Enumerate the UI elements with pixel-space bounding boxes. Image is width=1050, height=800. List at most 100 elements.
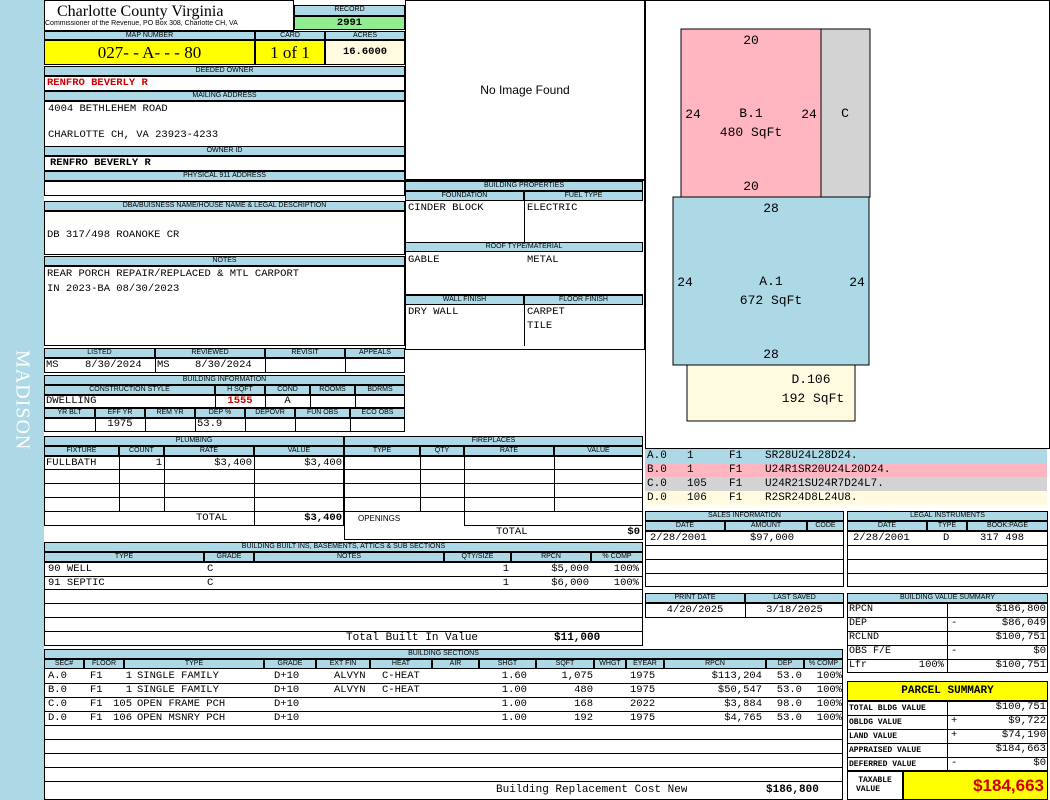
legend-floor: F1: [729, 464, 743, 476]
builtin-qty: 1: [502, 563, 509, 575]
count-label: COUNT: [119, 446, 164, 456]
heat-header: HEAT: [370, 659, 432, 669]
section-dep: 53.0: [776, 670, 802, 682]
builtin-type-label: TYPE: [44, 552, 204, 562]
builtin-total-label: Total Built In Value: [346, 632, 479, 644]
county-name: Charlotte County Virginia: [57, 3, 224, 20]
property-image: No Image Found: [405, 0, 645, 180]
section-code: 106: [113, 712, 132, 724]
legend-path: U24R1SR20U24L20D24.: [765, 464, 891, 476]
section-rpcn: $3,884: [724, 698, 762, 710]
bvs-lfr: $100,751: [995, 659, 1046, 671]
parcel-summary-label: PARCEL SUMMARY: [847, 681, 1048, 701]
fireplace-rate-label: RATE: [464, 446, 554, 456]
depovr-label: DEPOVR: [245, 408, 295, 418]
deeded-owner-label: DEEDED OWNER: [44, 66, 405, 76]
b-label: B.1: [739, 106, 763, 121]
a-bottom-dim: 28: [763, 347, 779, 362]
section-code: 105: [113, 698, 132, 710]
plumbing-label: PLUMBING: [44, 436, 344, 446]
floor-finish-2: TILE: [527, 320, 553, 332]
builtin-type: 91 SEPTIC: [48, 577, 105, 589]
a-label: A.1: [759, 274, 783, 289]
legal-description: DB 317/498 ROANOKE CR: [44, 211, 405, 255]
print-date: 4/20/2025: [666, 604, 724, 616]
bvs-label: BUILDING VALUE SUMMARY: [847, 593, 1048, 603]
mailing-line-2: CHARLOTTE CH, VA 23923-4233: [48, 129, 219, 141]
builtin-type: 90 WELL: [48, 563, 93, 575]
builtin-qty-label: QTY/SIZE: [444, 552, 511, 562]
section-sec: D.0: [48, 712, 67, 724]
a-top-dim: 28: [763, 201, 779, 216]
notes-line-2: IN 2023-BA 08/30/2023: [47, 283, 180, 295]
builtin-grade-label: GRADE: [204, 552, 254, 562]
eco-obs-label: ECO OBS: [350, 408, 405, 418]
plumbing-rate-label: RATE: [164, 446, 254, 456]
bvs-obs-label: OBS F/E: [849, 646, 892, 657]
b-area: 480 SqFt: [720, 125, 782, 140]
legend-path: R2SR24D8L24U8.: [765, 492, 858, 504]
building-sections-label: BUILDING SECTIONS: [44, 649, 843, 659]
section-comp: 100%: [816, 698, 842, 710]
fireplaces-label: FIREPLACES: [344, 436, 643, 446]
section-rpcn: $113,204: [711, 670, 762, 682]
section-sqft: 168: [574, 698, 593, 710]
roof-label: ROOF TYPE/MATERIAL: [405, 242, 643, 252]
foundation-label: FOUNDATION: [405, 191, 524, 201]
section-comp: 100%: [816, 712, 842, 724]
section-rpcn: $4,765: [724, 712, 762, 724]
section-type: SINGLE FAMILY: [137, 670, 219, 682]
wall-finish-label: WALL FINISH: [405, 295, 524, 305]
legend-code: 1: [687, 464, 694, 476]
mailing-address: 4004 BETHLEHEM ROAD CHARLOTTE CH, VA 239…: [44, 101, 405, 147]
rem-yr-label: REM YR: [145, 408, 195, 418]
legend-sec: B.0: [647, 464, 667, 476]
section-ext: ALVYN: [334, 684, 366, 696]
floor-header: FLOOR: [84, 659, 124, 669]
plumbing-value: $3,400: [304, 457, 342, 469]
legal-instruments-label: LEGAL INSTRUMENTS: [847, 511, 1048, 521]
section-sec: A.0: [48, 670, 67, 682]
legend-floor: F1: [729, 478, 743, 490]
owner-id: RENFRO BEVERLY R: [44, 156, 405, 171]
legend-code: 1: [687, 450, 694, 462]
construction-style: DWELLING: [46, 395, 97, 407]
sketch-area: 20 24 24 B.1 480 SqFt 20 C 28 24 24 A.1 …: [645, 0, 1050, 449]
openings-label: OPENINGS: [358, 514, 401, 523]
fuel-type: ELECTRIC: [527, 202, 578, 214]
bdrms-label: BDRMS: [355, 385, 405, 395]
section-code: 1: [125, 670, 132, 682]
li-date: 2/28/2001: [853, 532, 910, 544]
b-right-dim: 24: [801, 107, 817, 122]
brcn-value: $186,800: [766, 784, 819, 796]
legend-floor: F1: [729, 492, 743, 504]
section-grade: D+10: [274, 684, 300, 696]
card-number: 1 of 1: [255, 40, 325, 65]
foundation: CINDER BLOCK: [408, 202, 484, 214]
listed-by: MS: [46, 359, 59, 371]
b-left-dim: 24: [685, 107, 701, 122]
last-saved: 3/18/2025: [766, 604, 823, 616]
a-left-dim: 24: [677, 275, 693, 290]
section-sqft: 192: [574, 712, 593, 724]
section-grade: D+10: [274, 698, 300, 710]
taxable-label-1: TAXABLE: [858, 776, 892, 785]
tbv: $100,751: [995, 701, 1046, 713]
notes: REAR PORCH REPAIR/REPLACED & MTL CARPORT…: [44, 266, 405, 346]
deferred: $0: [1033, 757, 1046, 769]
section-type: OPEN MSNRY PCH: [137, 712, 226, 724]
a-area: 672 SqFt: [740, 293, 802, 308]
section-comp: 100%: [816, 670, 842, 682]
section-rpcn: $50,547: [717, 684, 762, 696]
builtin-total: $11,000: [554, 632, 601, 644]
listed-label: LISTED: [44, 348, 155, 358]
district-name: MADISON: [11, 349, 34, 451]
a-right-dim: 24: [849, 275, 865, 290]
section-dep: 53.0: [776, 712, 802, 724]
acres-label: ACRES: [325, 31, 405, 40]
record-label: RECORD: [294, 5, 405, 16]
section-shgt: 1.00: [501, 712, 527, 724]
sales-date-label: DATE: [645, 521, 725, 531]
notes-line-1: REAR PORCH REPAIR/REPLACED & MTL CARPORT: [47, 268, 300, 280]
sketch-legend-row: A.0 1 F1 SR28U24L28D24.: [645, 449, 1047, 463]
